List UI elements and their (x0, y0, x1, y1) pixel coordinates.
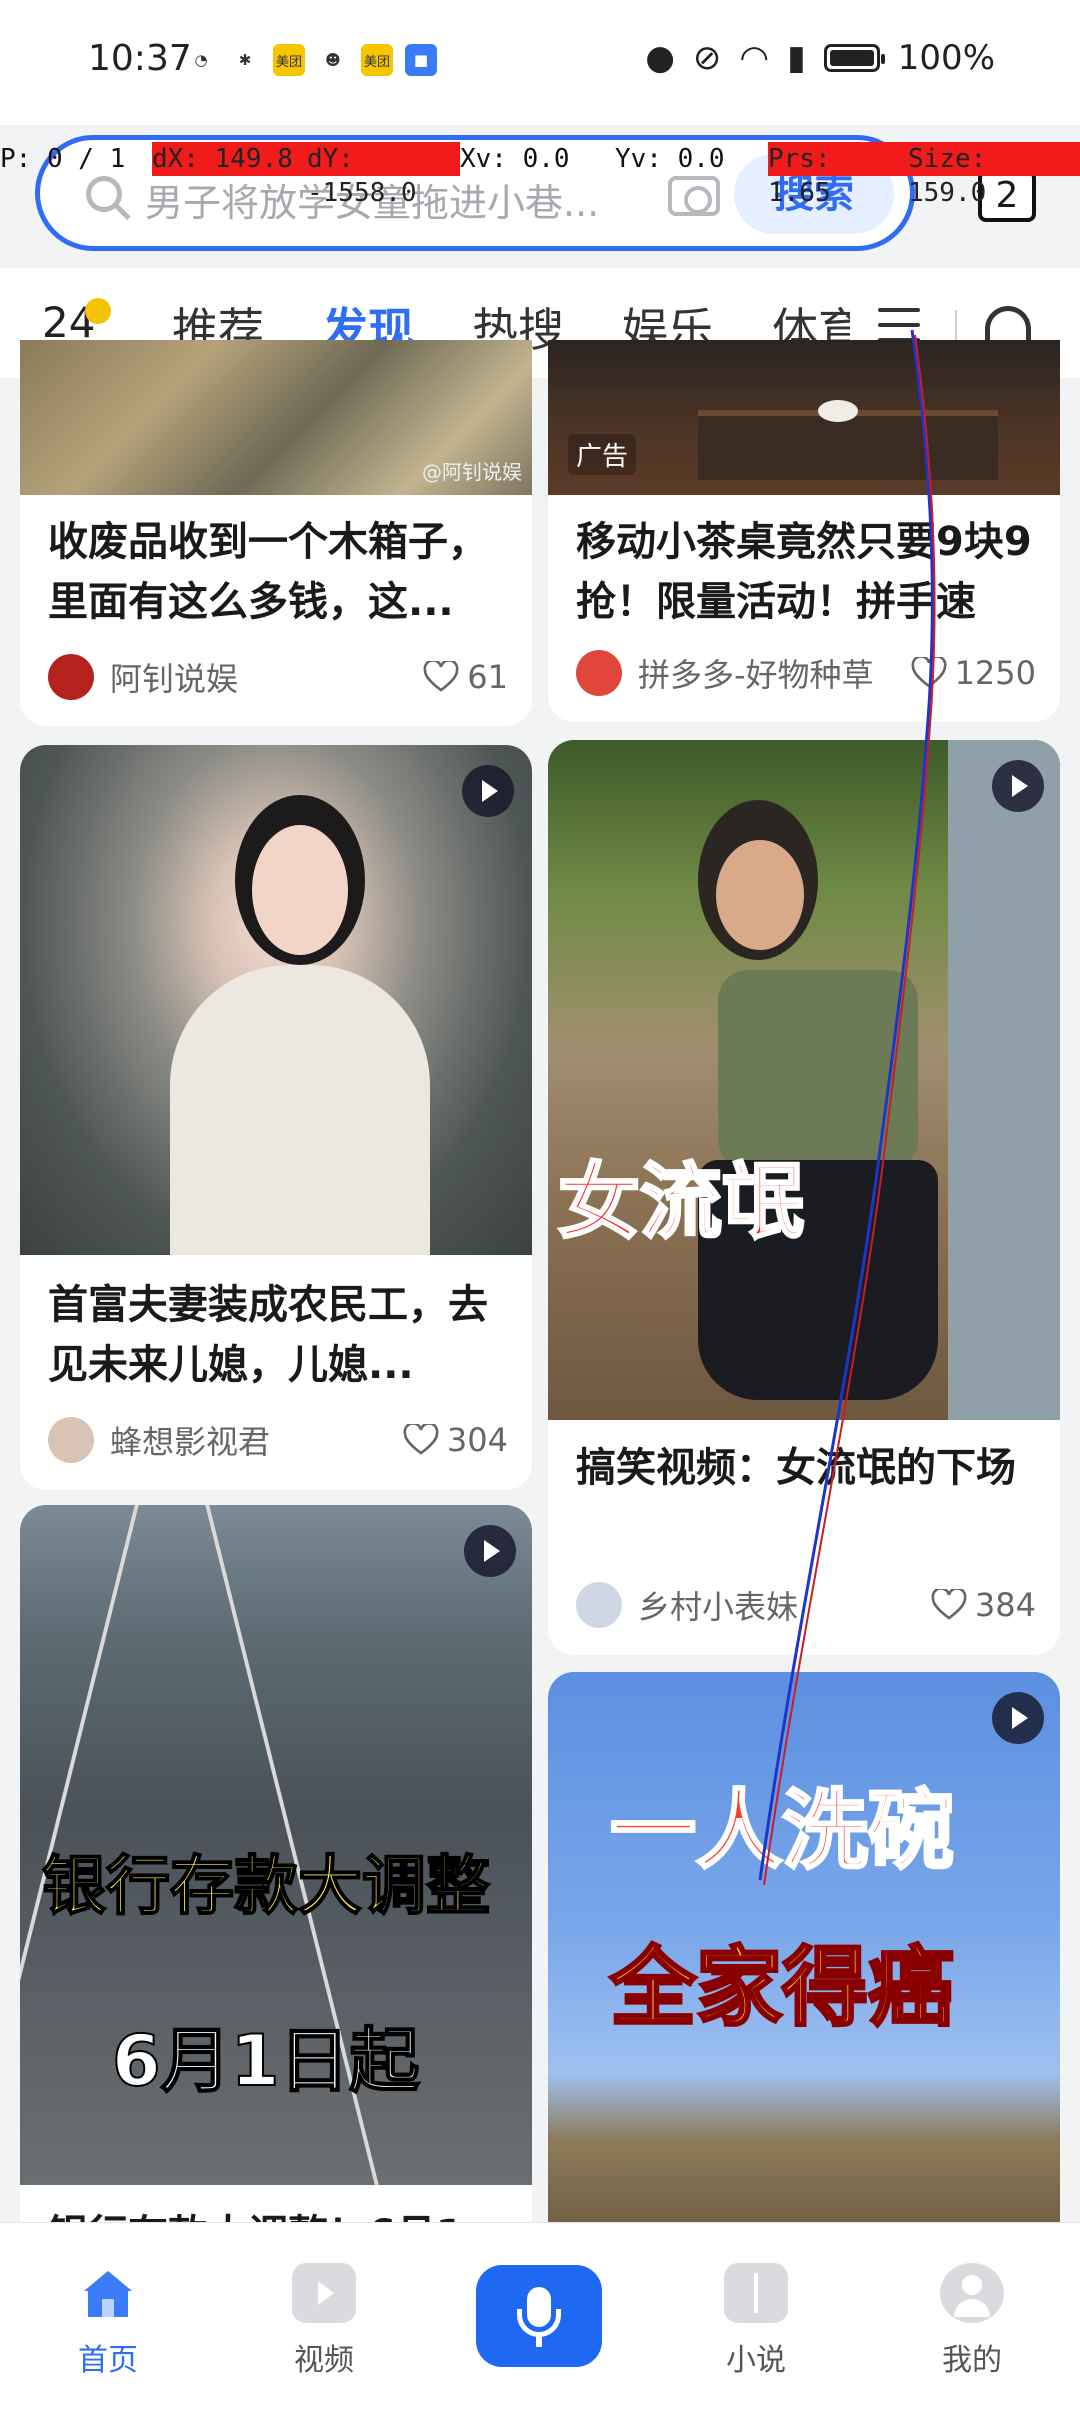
battery-icon (823, 44, 885, 72)
thumbnail-watermark: @阿钊说娱 (422, 460, 522, 484)
home-icon (76, 2263, 140, 2323)
location-icon: ● (645, 38, 675, 78)
feed-thumbnail: 女流氓 (548, 740, 1060, 1420)
like-button[interactable]: 61 (423, 658, 508, 696)
like-count: 61 (467, 658, 508, 696)
feed-card-ad[interactable]: 广告 移动小茶桌竟然只要9块9抢！限量活动！拼手速 拼多多-好物种草 1250 (548, 340, 1060, 722)
status-icons-right: ● ⊘ ◠ ▮ 100% (645, 38, 995, 78)
debug-xv: Xv: 0.0 (460, 144, 570, 174)
thumbnail-overlay-text-2: 全家得癌 (609, 1937, 956, 2040)
camera-icon[interactable] (668, 176, 720, 216)
feed-title: 首富夫妻装成农民工，去见未来儿媳，儿媳... (48, 1282, 488, 1388)
feed-card[interactable]: 女流氓 搞笑视频：女流氓的下场 乡村小表妹 384 (548, 740, 1060, 1655)
like-button[interactable]: 304 (403, 1421, 508, 1459)
feed-card[interactable]: @阿钊说娱 收废品收到一个木箱子，里面有这么多钱，这... 阿钊说娱 61 (20, 340, 532, 726)
feed-meta: 蜂想影视君 304 (48, 1415, 508, 1465)
feed-meta: 阿钊说娱 61 (48, 652, 508, 702)
battery-percent: 100% (897, 38, 995, 78)
shopping-app-icon: ■ (405, 44, 437, 76)
avatar (48, 1417, 94, 1463)
meituan-icon-2: 美团 (361, 44, 393, 76)
feed-author: 蜂想影视君 (110, 1423, 271, 1461)
ad-label: 广告 (568, 434, 637, 475)
play-icon (462, 765, 514, 817)
feed-thumbnail: @阿钊说娱 (20, 340, 532, 495)
thumbnail-overlay-date: 6月1日起 (111, 2019, 420, 2103)
feed-title: 搞笑视频：女流氓的下场 (576, 1445, 1016, 1491)
feed-thumbnail (20, 745, 532, 1255)
like-button[interactable]: 384 (931, 1586, 1036, 1624)
nav-novel[interactable]: 小说 (686, 2263, 826, 2379)
debug-yv: Yv: 0.0 (615, 144, 725, 174)
like-count: 304 (446, 1421, 508, 1459)
feed-title: 移动小茶桌竟然只要9块9抢！限量活动！拼手速 (576, 519, 1032, 625)
thumbnail-overlay-text: 银行存款大调整 (41, 1849, 491, 1925)
nav-video[interactable]: 视频 (254, 2263, 394, 2379)
feed-author: 拼多多-好物种草 (638, 656, 874, 694)
feed-meta: 乡村小表妹 384 (576, 1580, 1036, 1630)
alarm-icon: ◔ (194, 51, 208, 69)
avatar (576, 650, 622, 696)
heart-icon (911, 655, 947, 689)
video-icon (292, 2263, 356, 2323)
feed-meta: 拼多多-好物种草 1250 (576, 648, 1036, 698)
feed-thumbnail: 广告 (548, 340, 1060, 495)
feed-author: 阿钊说娱 (110, 660, 239, 698)
face-app-icon: ☻ (325, 51, 341, 69)
thumbnail-overlay-text: 一人洗碗 (609, 1780, 956, 1883)
status-bar: 10:37 ◔ ✱ 美团 ☻ 美团 ■ ● ⊘ ◠ ▮ 100% (0, 0, 1080, 125)
nav-profile[interactable]: 我的 (902, 2263, 1042, 2379)
play-icon (992, 760, 1044, 812)
nav-label: 小说 (726, 2343, 786, 2378)
alert-icon: ▮ (787, 38, 806, 78)
tab-count-button[interactable]: 2 (978, 170, 1036, 222)
like-count: 1250 (954, 654, 1036, 692)
feed-thumbnail: 一人洗碗 全家得癌 (548, 1672, 1060, 2245)
sun-icon (85, 298, 112, 324)
like-button[interactable]: 1250 (911, 654, 1036, 692)
mute-icon: ⊘ (692, 38, 722, 78)
profile-icon (940, 2263, 1004, 2323)
feed-card[interactable]: 银行存款大调整 6月1日起 银行存款大调整！6月1 (20, 1505, 532, 2245)
play-icon (464, 1525, 516, 1577)
status-icons-left: ◔ ✱ 美团 ☻ 美团 ■ (185, 44, 437, 76)
debug-prs: Prs: 1.65 (768, 142, 908, 208)
play-icon (992, 1692, 1044, 1744)
nav-label: 我的 (942, 2343, 1002, 2378)
debug-pointer: P: 0 / 1 (0, 144, 126, 174)
feed-card[interactable]: 首富夫妻装成农民工，去见未来儿媳，儿媳... 蜂想影视君 304 (20, 745, 532, 1490)
voice-search-button[interactable] (476, 2265, 602, 2367)
bottom-navigation: 首页 视频 小说 我的 (0, 2222, 1080, 2412)
heart-icon (423, 659, 459, 693)
nav-home[interactable]: 首页 (38, 2263, 178, 2379)
heart-icon (931, 1587, 967, 1621)
avatar (48, 654, 94, 700)
debug-dx: dX: 149.8 (152, 142, 307, 176)
thumbnail-overlay-text: 女流氓 (556, 1154, 805, 1252)
status-time: 10:37 (88, 38, 192, 79)
book-icon (724, 2263, 788, 2323)
nav-label: 视频 (294, 2343, 354, 2378)
feed-thumbnail: 银行存款大调整 6月1日起 (20, 1505, 532, 2185)
nav-label: 首页 (78, 2343, 138, 2378)
feed-card[interactable]: 一人洗碗 全家得癌 (548, 1672, 1060, 2245)
pointer-debug-overlay: P: 0 / 1 dX: 149.8 dY: -1558.0 Xv: 0.0 Y… (0, 142, 1080, 208)
meituan-icon: 美团 (273, 44, 305, 76)
feed-author: 乡村小表妹 (638, 1588, 799, 1626)
heart-icon (403, 1422, 439, 1456)
wifi-icon: ◠ (739, 38, 770, 78)
avatar (576, 1582, 622, 1628)
bluetooth-icon: ✱ (238, 51, 252, 69)
like-count: 384 (974, 1586, 1036, 1624)
feed-title: 收废品收到一个木箱子，里面有这么多钱，这... (48, 519, 488, 625)
debug-dy: dY: -1558.0 (307, 142, 460, 208)
debug-size: Size: 159.0 (908, 142, 1080, 208)
search-icon (86, 176, 122, 212)
